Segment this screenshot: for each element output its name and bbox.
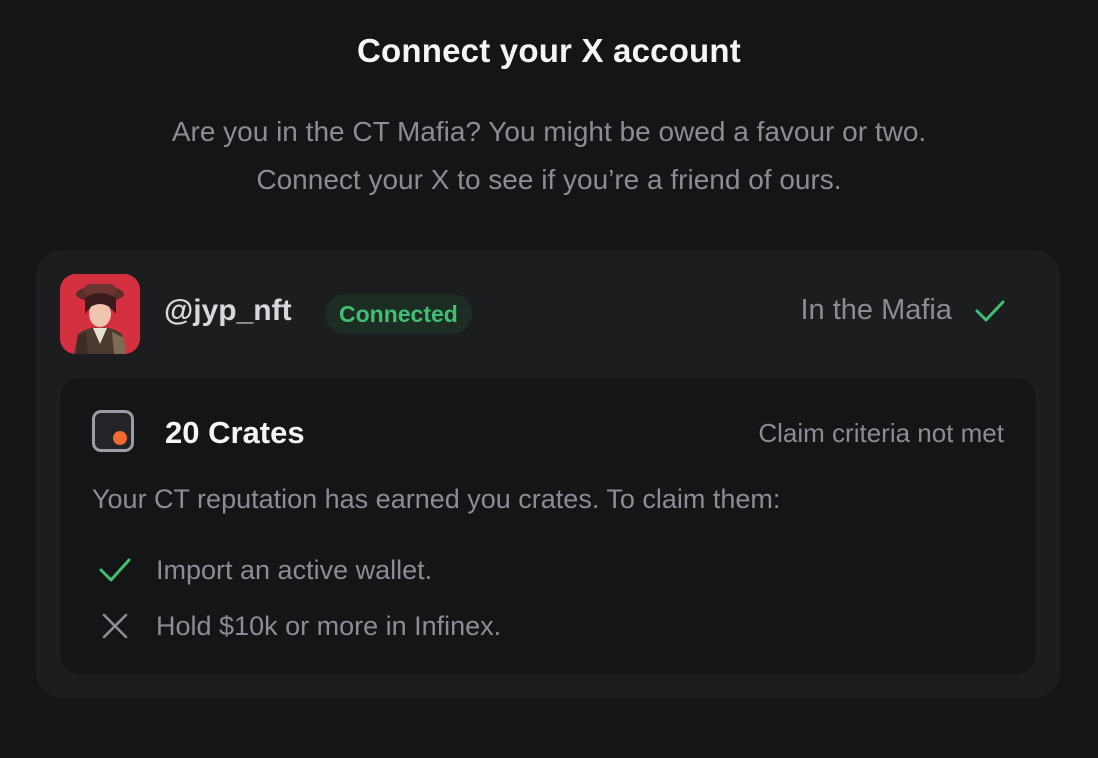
- crates-description: Your CT reputation has earned you crates…: [92, 484, 781, 514]
- crate-icon: [92, 410, 134, 452]
- x-icon: [96, 607, 134, 645]
- criteria-item: Import an active wallet.: [96, 542, 501, 598]
- criteria-item: Hold $10k or more in Infinex.: [96, 598, 501, 654]
- account-card: @jyp_nft Connected In the Mafia 20 Crate…: [36, 250, 1060, 698]
- mafia-status-label: In the Mafia: [800, 294, 952, 326]
- connected-badge: Connected: [325, 294, 472, 334]
- page-subtitle: Are you in the CT Mafia? You might be ow…: [0, 108, 1098, 204]
- criteria-label: Hold $10k or more in Infinex.: [156, 610, 502, 641]
- avatar-image: [60, 274, 140, 354]
- account-handle: @jyp_nft: [164, 294, 292, 327]
- subtitle-line-2: Connect your X to see if you’re a friend…: [256, 164, 842, 195]
- crates-panel: 20 Crates Claim criteria not met Your CT…: [60, 378, 1036, 674]
- page-title: Connect your X account: [357, 32, 741, 69]
- criteria-list: Import an active wallet. Hold $10k or mo…: [96, 542, 501, 654]
- claim-status: Claim criteria not met: [758, 418, 1004, 448]
- subtitle-line-1: Are you in the CT Mafia? You might be ow…: [171, 116, 927, 147]
- criteria-label: Import an active wallet.: [156, 554, 433, 585]
- crate-dot: [113, 431, 127, 445]
- avatar: [60, 274, 140, 354]
- check-icon: [974, 299, 1006, 323]
- check-icon: [96, 551, 134, 589]
- mafia-status: In the Mafia: [800, 294, 1006, 327]
- crate-count: 20 Crates: [165, 415, 305, 450]
